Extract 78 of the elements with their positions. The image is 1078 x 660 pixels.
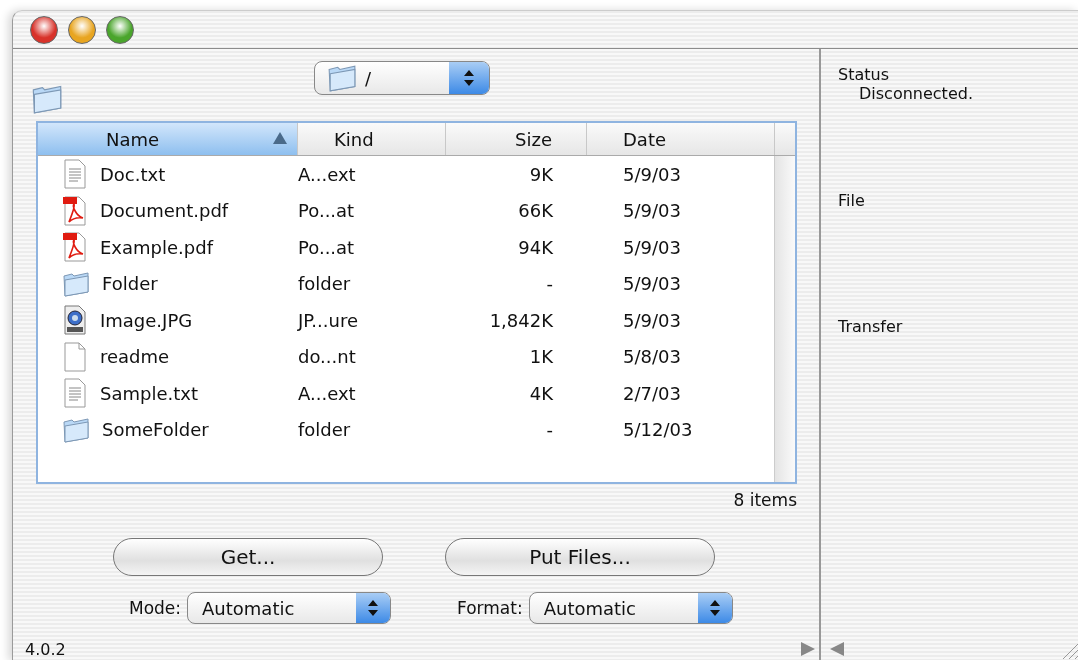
folder-icon bbox=[327, 63, 357, 93]
file-date: 5/9/03 bbox=[622, 309, 681, 331]
popup-label: Format: bbox=[457, 598, 523, 618]
popup-menu[interactable]: Automatic bbox=[528, 592, 733, 624]
popup-label: Mode: bbox=[129, 598, 182, 618]
blank-file-icon bbox=[62, 341, 88, 372]
section-title: File bbox=[838, 191, 866, 210]
file-kind: Po...at bbox=[298, 200, 355, 222]
file-row[interactable]: Example.pdf Po...at 94K 5/9/03 bbox=[38, 229, 774, 266]
file-name: Sample.txt bbox=[100, 382, 198, 404]
file-date: 5/12/03 bbox=[622, 419, 693, 441]
file-size: 66K bbox=[517, 200, 554, 222]
item-count: 8 items bbox=[733, 490, 797, 510]
section-title: Transfer bbox=[838, 317, 904, 336]
file-row[interactable]: Image.JPG JP...ure 1,842K 5/9/03 bbox=[38, 302, 774, 339]
left-arrow-icon[interactable] bbox=[830, 642, 844, 656]
file-size: - bbox=[545, 419, 554, 441]
file-name: Document.pdf bbox=[100, 200, 229, 222]
file-row[interactable]: Doc.txt A...ext 9K 5/9/03 bbox=[38, 156, 774, 193]
zoom-button[interactable] bbox=[106, 15, 134, 44]
right-arrow-icon[interactable] bbox=[801, 642, 815, 656]
file-size: 1,842K bbox=[488, 309, 554, 331]
file-date: 5/9/03 bbox=[622, 200, 681, 222]
file-kind: A...ext bbox=[298, 163, 356, 185]
file-row[interactable]: Folder folder - 5/9/03 bbox=[38, 265, 774, 302]
file-date: 5/8/03 bbox=[622, 346, 681, 368]
minimize-button[interactable] bbox=[68, 15, 96, 44]
up-down-arrows-icon bbox=[367, 599, 380, 617]
file-size: - bbox=[545, 273, 554, 295]
file-size: 4K bbox=[528, 382, 554, 404]
pdf-file-icon bbox=[62, 232, 88, 263]
file-kind: folder bbox=[298, 419, 351, 441]
file-size: 94K bbox=[517, 236, 554, 258]
text-file-icon bbox=[62, 159, 88, 190]
file-date: 5/9/03 bbox=[622, 163, 681, 185]
file-date: 2/7/03 bbox=[622, 382, 681, 404]
put-files-button[interactable]: Put Files... bbox=[445, 538, 715, 576]
folder-icon bbox=[31, 83, 63, 115]
file-name: Folder bbox=[102, 273, 158, 295]
pdf-file-icon bbox=[62, 195, 88, 226]
file-name: Doc.txt bbox=[100, 163, 166, 185]
file-kind: Po...at bbox=[298, 236, 355, 258]
close-button[interactable] bbox=[30, 15, 58, 44]
file-row[interactable]: Sample.txt A...ext 4K 2/7/03 bbox=[38, 375, 774, 412]
file-kind: do...nt bbox=[298, 346, 356, 368]
scrollbar[interactable] bbox=[774, 156, 795, 482]
file-size: 9K bbox=[528, 163, 554, 185]
file-row[interactable]: Document.pdf Po...at 66K 5/9/03 bbox=[38, 192, 774, 229]
up-down-arrows-icon bbox=[463, 69, 475, 87]
file-row[interactable]: readme do...nt 1K 5/8/03 bbox=[38, 338, 774, 375]
get-button[interactable]: Get... bbox=[113, 538, 383, 576]
section-title: Status bbox=[838, 65, 890, 84]
file-size: 1K bbox=[528, 346, 554, 368]
column-header[interactable]: Name bbox=[38, 123, 298, 155]
column-header[interactable]: Date bbox=[587, 123, 775, 155]
file-name: readme bbox=[100, 346, 170, 368]
folder-icon bbox=[62, 269, 90, 298]
file-name: Example.pdf bbox=[100, 236, 213, 258]
file-row[interactable]: SomeFolder folder - 5/12/03 bbox=[38, 411, 774, 448]
file-name: Image.JPG bbox=[100, 309, 193, 331]
folder-icon bbox=[62, 415, 90, 444]
status-value: Disconnected. bbox=[858, 84, 974, 103]
file-kind: A...ext bbox=[298, 382, 356, 404]
column-header[interactable]: Kind bbox=[298, 123, 446, 155]
column-header[interactable]: Size bbox=[446, 123, 587, 155]
image-file-icon bbox=[62, 305, 88, 336]
path-popup[interactable]: / bbox=[314, 61, 490, 95]
sort-arrow-icon bbox=[273, 132, 287, 144]
file-date: 5/9/03 bbox=[622, 273, 681, 295]
file-kind: folder bbox=[298, 273, 351, 295]
text-file-icon bbox=[62, 378, 88, 409]
file-date: 5/9/03 bbox=[622, 236, 681, 258]
version-label: 4.0.2 bbox=[25, 639, 66, 659]
up-down-arrows-icon bbox=[708, 599, 721, 617]
file-kind: JP...ure bbox=[298, 309, 358, 331]
header-corner bbox=[775, 123, 795, 155]
popup-menu[interactable]: Automatic bbox=[187, 592, 392, 624]
file-name: SomeFolder bbox=[102, 419, 209, 441]
